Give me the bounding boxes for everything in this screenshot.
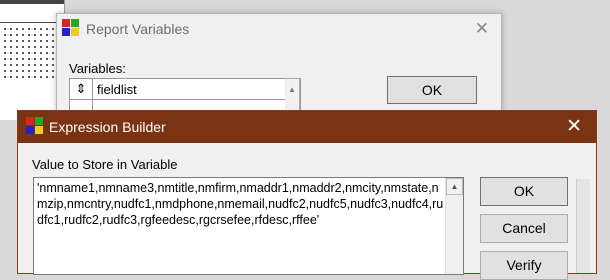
title-bar: Expression Builder ✕ (18, 111, 596, 143)
verify-button[interactable]: Verify (480, 251, 568, 280)
sort-arrows-icon[interactable]: ⇕ (70, 79, 93, 99)
variable-name: fieldlist (97, 82, 137, 97)
designer-grid (2, 26, 60, 82)
designer-band-line (0, 0, 64, 4)
cancel-button[interactable]: Cancel (480, 214, 568, 243)
expression-text[interactable]: 'nmname1,nmname3,nmtitle,nmfirm,nmaddr1,… (37, 180, 445, 228)
value-label: Value to Store in Variable (32, 157, 178, 172)
list-item[interactable]: ⇕ fieldlist (70, 79, 300, 100)
foxpro-app-icon (62, 19, 82, 39)
editor-scrollbar[interactable]: ▲ (445, 178, 463, 274)
expression-editor[interactable]: 'nmname1,nmname3,nmtitle,nmfirm,nmaddr1,… (33, 177, 464, 275)
close-icon[interactable]: ✕ (475, 19, 489, 39)
ok-button[interactable]: OK (387, 76, 477, 104)
window-title: Expression Builder (49, 119, 166, 135)
expression-builder-window: Expression Builder ✕ Value to Store in V… (17, 110, 597, 280)
scroll-up-icon[interactable]: ▲ (446, 178, 463, 195)
variables-label: Variables: (69, 61, 126, 76)
ok-button[interactable]: OK (480, 177, 568, 206)
window-title: Report Variables (86, 21, 190, 37)
designer-band-line (0, 22, 64, 23)
window-scrollbar[interactable] (576, 179, 590, 273)
scroll-up-icon[interactable]: ▲ (285, 85, 299, 94)
foxpro-app-icon (26, 117, 46, 137)
close-icon[interactable]: ✕ (566, 115, 582, 138)
